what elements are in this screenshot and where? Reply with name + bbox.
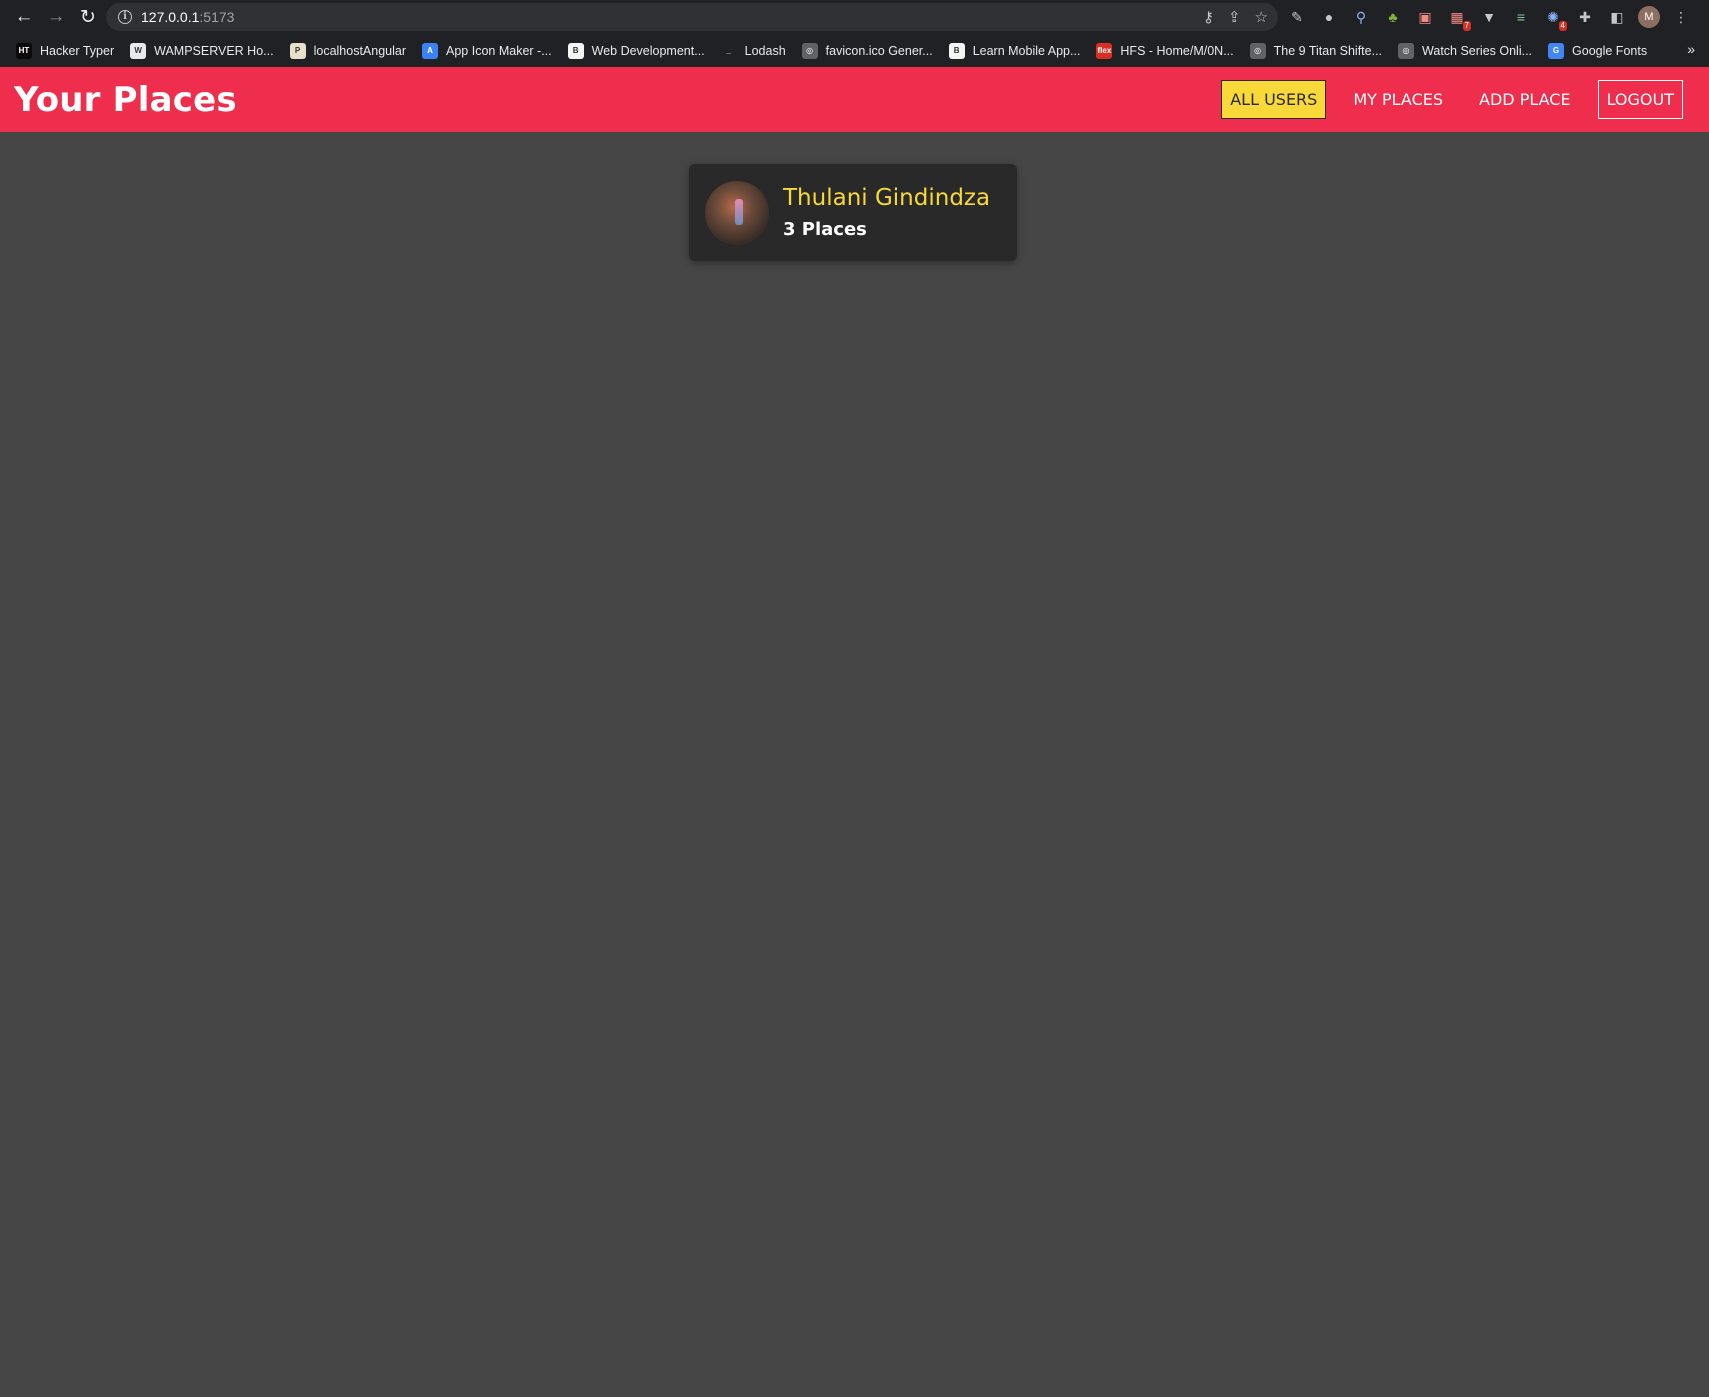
app-header: Your Places ALL USERS MY PLACES ADD PLAC…	[0, 67, 1709, 132]
address-bar[interactable]: i 127.0.0.1:5173 ⚷ ⇪ ☆	[106, 3, 1278, 31]
bookmarks-more-icon[interactable]: »	[1687, 41, 1695, 57]
bookmark-favicon-icon: A	[422, 42, 439, 59]
pen-extension-icon[interactable]: ✎	[1286, 6, 1308, 28]
info-icon[interactable]: i	[118, 10, 132, 24]
extension-badge: 7	[1462, 21, 1471, 31]
bookmarks-bar: HT Hacker Typer W WAMPSERVER Ho... Plocalhos…	[0, 34, 1709, 67]
extension-badge: 4	[1558, 21, 1567, 31]
nav-add-place[interactable]: ADD PLACE	[1470, 80, 1580, 119]
bookmark-item[interactable]: W WAMPSERVER Ho...	[122, 38, 281, 64]
nav-my-places[interactable]: MY PLACES	[1344, 80, 1452, 119]
bookmark-item[interactable]: HT Hacker Typer	[8, 38, 122, 64]
bookmark-label: Google Fonts	[1572, 43, 1648, 58]
forward-button[interactable]: →	[40, 0, 72, 34]
bookmark-item[interactable]: A App Icon Maker -...	[414, 38, 560, 64]
logout-button[interactable]: LOGOUT	[1597, 80, 1683, 119]
tree-extension-icon[interactable]: ♣	[1382, 6, 1404, 28]
user-card[interactable]: Thulani Gindindza 3 Places	[689, 164, 1017, 261]
bookmark-favicon-icon: _	[720, 42, 737, 59]
bookmark-item[interactable]: flex HFS - Home/M/0N...	[1088, 38, 1241, 64]
side-panel-icon[interactable]: ◧	[1606, 6, 1628, 28]
bookmark-favicon-icon: ◎	[1249, 42, 1266, 59]
nav-all-users[interactable]: ALL USERS	[1221, 80, 1327, 119]
arrow-left-icon: ←	[14, 6, 34, 27]
bookmark-item[interactable]: ◎ favicon.ico Gener...	[794, 38, 941, 64]
bookmark-item[interactable]: PlocalhostAngular	[282, 38, 414, 64]
bookmark-label: Learn Mobile App...	[972, 43, 1081, 58]
bookmark-favicon-icon: B	[567, 42, 584, 59]
bookmark-favicon-icon: G	[1548, 42, 1565, 59]
extensions-area: ✎ ● ⚲ ♣ ▣ ▦ 7 ▼ ≡ ✺ 4 ✚ ◧ M ⋮	[1286, 3, 1692, 31]
bookmark-label: localhostAngular	[313, 43, 407, 58]
gear-extension-icon[interactable]: ✺ 4	[1542, 6, 1567, 31]
bookmark-item[interactable]: ◎ The 9 Titan Shifte...	[1242, 38, 1390, 64]
bookmark-item[interactable]: B Web Development...	[560, 38, 713, 64]
bookmark-favicon-icon: P	[289, 42, 306, 59]
url-host: 127.0.0.1	[141, 9, 200, 25]
user-info: Thulani Gindindza 3 Places	[783, 185, 990, 240]
user-name: Thulani Gindindza	[783, 185, 991, 211]
arrow-right-icon: →	[46, 6, 66, 27]
flag-extension-icon[interactable]: ≡	[1510, 6, 1532, 28]
main-nav: ALL USERS MY PLACES ADD PLACE LOGOUT	[1211, 80, 1683, 119]
bookmark-label: Web Development...	[591, 43, 705, 58]
bookmark-favicon-icon: ◎	[1398, 42, 1415, 59]
bookmark-item[interactable]: G Google Fonts	[1540, 38, 1655, 64]
user-avatar	[705, 180, 769, 245]
bookmark-favicon-icon: flex	[1096, 42, 1113, 59]
bookmark-label: The 9 Titan Shifte...	[1273, 43, 1383, 58]
app-title[interactable]: Your Places	[14, 80, 237, 120]
star-icon[interactable]: ☆	[1255, 8, 1268, 26]
calendar-extension-icon[interactable]: ▦ 7	[1446, 6, 1471, 31]
menu-icon[interactable]: ⋮	[1670, 6, 1692, 28]
bookmark-label: Lodash	[744, 43, 786, 58]
search-extension-icon[interactable]: ⚲	[1350, 6, 1372, 28]
puzzle-icon[interactable]: ✚	[1574, 6, 1596, 28]
back-button[interactable]: ←	[8, 0, 40, 34]
url-port: :5173	[199, 9, 235, 25]
reload-button[interactable]: ↻	[72, 0, 104, 34]
bookmark-label: App Icon Maker -...	[446, 43, 552, 58]
bookmark-label: WAMPSERVER Ho...	[154, 43, 274, 58]
puzzle-red-extension-icon[interactable]: ▣	[1414, 6, 1436, 28]
bookmark-item[interactable]: ◎ Watch Series Onli...	[1390, 38, 1540, 64]
bookmark-item[interactable]: _ Lodash	[713, 38, 794, 64]
bookmark-label: Watch Series Onli...	[1422, 43, 1533, 58]
key-icon[interactable]: ⚷	[1203, 8, 1214, 26]
share-icon[interactable]: ⇪	[1228, 8, 1241, 26]
bookmark-label: Hacker Typer	[40, 43, 115, 58]
bookmark-favicon-icon: W	[130, 42, 147, 59]
bookmark-label: HFS - Home/M/0N...	[1120, 43, 1234, 58]
profile-avatar[interactable]: M	[1638, 6, 1660, 28]
bookmark-item[interactable]: B Learn Mobile App...	[941, 38, 1089, 64]
reload-icon: ↻	[80, 6, 96, 28]
browser-toolbar: ← → ↻ i 127.0.0.1:5173 ⚷ ⇪ ☆ ✎ ● ⚲ ♣ ▣ ▦…	[0, 0, 1709, 34]
browser-chrome: ← → ↻ i 127.0.0.1:5173 ⚷ ⇪ ☆ ✎ ● ⚲ ♣ ▣ ▦…	[0, 0, 1709, 67]
bookmark-label: favicon.ico Gener...	[825, 43, 933, 58]
bookmark-favicon-icon: ◎	[801, 42, 818, 59]
droplet-extension-icon[interactable]: ●	[1318, 6, 1340, 28]
bookmark-favicon-icon: B	[948, 42, 965, 59]
user-place-count: 3 Places	[783, 219, 867, 240]
bookmark-favicon-icon: HT	[16, 42, 32, 59]
vue-extension-icon[interactable]: ▼	[1478, 6, 1500, 28]
